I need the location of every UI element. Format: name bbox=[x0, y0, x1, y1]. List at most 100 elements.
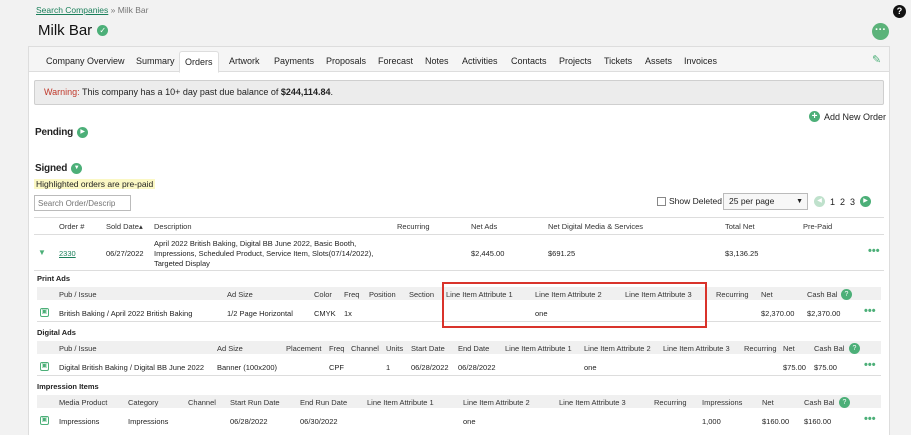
print-row-color: CMYK bbox=[314, 309, 336, 318]
line-item-edit-icon[interactable]: ▣ bbox=[40, 362, 49, 371]
warning-amount: $244,114.84 bbox=[280, 87, 331, 97]
tab-summary[interactable]: Summary bbox=[131, 52, 180, 72]
impression-items-title: Impression Items bbox=[37, 382, 99, 391]
pending-section-toggle[interactable]: Pending ▶ bbox=[35, 127, 89, 138]
print-col-position: Position bbox=[369, 290, 396, 299]
imp-row-attr1: one bbox=[463, 417, 476, 426]
imp-col-start: Start Run Date bbox=[230, 398, 280, 407]
breadcrumb-link-search-companies[interactable]: Search Companies bbox=[36, 5, 108, 15]
imp-col-attr2: Line Item Attribute 2 bbox=[463, 398, 530, 407]
tab-invoices[interactable]: Invoices bbox=[679, 52, 722, 72]
add-new-order-button[interactable]: + Add New Order bbox=[809, 111, 886, 122]
print-row-more-icon[interactable]: ••• bbox=[864, 305, 876, 317]
digital-row-net: $75.00 bbox=[783, 363, 806, 372]
show-deleted-toggle[interactable]: Show Deleted bbox=[657, 196, 722, 206]
pending-label: Pending bbox=[35, 127, 74, 138]
cash-bal-help-icon[interactable]: ? bbox=[841, 289, 852, 300]
divider bbox=[34, 270, 884, 271]
print-col-net: Net bbox=[761, 290, 773, 299]
digital-col-cash-bal: Cash Bal bbox=[814, 344, 845, 353]
page-title-wrap: Milk Bar ✓ bbox=[38, 22, 109, 39]
line-item-edit-icon[interactable]: ▣ bbox=[40, 416, 49, 425]
digital-col-attr2: Line Item Attribute 2 bbox=[584, 344, 651, 353]
divider bbox=[34, 217, 884, 218]
digital-row-start: 06/28/2022 bbox=[411, 363, 449, 372]
collapse-row-icon[interactable]: ▼ bbox=[38, 248, 46, 257]
order-more-icon[interactable]: ••• bbox=[868, 245, 880, 257]
imp-col-attr1: Line Item Attribute 1 bbox=[367, 398, 434, 407]
imp-col-attr3: Line Item Attribute 3 bbox=[559, 398, 626, 407]
digital-ads-title: Digital Ads bbox=[37, 328, 76, 337]
tab-activities[interactable]: Activities bbox=[457, 52, 503, 72]
order-net-ads: $2,445.00 bbox=[471, 249, 505, 258]
cash-bal-help-icon[interactable]: ? bbox=[839, 397, 850, 408]
order-desc-line-2: Impressions, Scheduled Product, Service … bbox=[154, 249, 374, 258]
cash-bal-help-icon[interactable]: ? bbox=[849, 343, 860, 354]
digital-col-attr3: Line Item Attribute 3 bbox=[663, 344, 730, 353]
tab-payments[interactable]: Payments bbox=[269, 52, 319, 72]
line-item-edit-icon[interactable]: ▣ bbox=[40, 308, 49, 317]
order-desc-line-3: Targeted Display bbox=[154, 259, 210, 268]
digital-row-more-icon[interactable]: ••• bbox=[864, 359, 876, 371]
order-desc-line-1: April 2022 British Baking, Digital BB Ju… bbox=[154, 239, 357, 248]
digital-row-ad-size: Banner (100x200) bbox=[217, 363, 278, 372]
signed-label: Signed bbox=[35, 163, 68, 174]
digital-col-attr1: Line Item Attribute 1 bbox=[505, 344, 572, 353]
pagination: ◀ 1 2 3 ▶ bbox=[814, 196, 872, 207]
digital-col-pub: Pub / Issue bbox=[59, 344, 97, 353]
per-page-select[interactable]: 25 per page ▼ bbox=[723, 193, 808, 210]
digital-col-channel: Channel bbox=[351, 344, 379, 353]
imp-col-impressions: Impressions bbox=[702, 398, 743, 407]
col-prepaid[interactable]: Pre-Paid bbox=[803, 222, 832, 231]
col-order[interactable]: Order # bbox=[59, 222, 84, 231]
order-search-input[interactable] bbox=[34, 195, 131, 211]
col-sold-date[interactable]: Sold Date▴ bbox=[106, 222, 143, 231]
tab-contacts[interactable]: Contacts bbox=[506, 52, 552, 72]
edit-pencil-icon[interactable]: ✎ bbox=[872, 53, 881, 66]
tab-bar: Company Overview Summary Orders Artwork … bbox=[29, 47, 889, 73]
chevron-down-icon: ▼ bbox=[796, 198, 803, 205]
page-2[interactable]: 2 bbox=[840, 197, 845, 207]
print-row-net: $2,370.00 bbox=[761, 309, 795, 318]
tab-company-overview[interactable]: Company Overview bbox=[41, 52, 130, 72]
tab-assets[interactable]: Assets bbox=[640, 52, 677, 72]
next-page-icon[interactable]: ▶ bbox=[860, 196, 872, 207]
digital-col-units: Units bbox=[386, 344, 404, 353]
tab-orders[interactable]: Orders bbox=[179, 51, 219, 73]
col-total-net[interactable]: Total Net bbox=[725, 222, 755, 231]
warning-label: Warning: bbox=[44, 87, 80, 97]
imp-row-cash-bal: $160.00 bbox=[804, 417, 832, 426]
show-deleted-checkbox[interactable] bbox=[657, 196, 666, 206]
tab-projects[interactable]: Projects bbox=[554, 52, 597, 72]
page-3[interactable]: 3 bbox=[850, 197, 855, 207]
digital-col-recurring: Recurring bbox=[744, 344, 777, 353]
col-recurring[interactable]: Recurring bbox=[397, 222, 430, 231]
warning-text: This company has a 10+ day past due bala… bbox=[79, 87, 281, 97]
company-actions-more-icon[interactable]: ··· bbox=[872, 23, 889, 40]
digital-row-attr2: one bbox=[584, 363, 597, 372]
col-net-digital[interactable]: Net Digital Media & Services bbox=[548, 222, 643, 231]
tab-tickets[interactable]: Tickets bbox=[599, 52, 637, 72]
help-icon[interactable]: ? bbox=[893, 5, 906, 18]
imp-col-cash-bal: Cash Bal bbox=[804, 398, 835, 407]
digital-col-net: Net bbox=[783, 344, 795, 353]
tab-forecast[interactable]: Forecast bbox=[373, 52, 418, 72]
imp-row-impressions: 1,000 bbox=[702, 417, 721, 426]
print-row-ad-size: 1/2 Page Horizontal bbox=[227, 309, 293, 318]
order-link[interactable]: 2330 bbox=[59, 249, 76, 258]
digital-row-pub: Digital British Baking / Digital BB June… bbox=[59, 363, 205, 372]
imp-col-category: Category bbox=[128, 398, 159, 407]
tab-proposals[interactable]: Proposals bbox=[321, 52, 371, 72]
col-description[interactable]: Description bbox=[154, 222, 192, 231]
sort-asc-icon: ▴ bbox=[138, 222, 143, 231]
tab-artwork[interactable]: Artwork bbox=[224, 52, 265, 72]
tab-notes[interactable]: Notes bbox=[420, 52, 454, 72]
warning-end: . bbox=[330, 87, 333, 97]
col-net-ads[interactable]: Net Ads bbox=[471, 222, 497, 231]
signed-section-toggle[interactable]: Signed ▼ bbox=[35, 163, 83, 174]
imp-row-more-icon[interactable]: ••• bbox=[864, 413, 876, 425]
imp-row-end: 06/30/2022 bbox=[300, 417, 338, 426]
line-item-attributes-highlight bbox=[442, 282, 707, 328]
page-1[interactable]: 1 bbox=[830, 197, 835, 207]
prev-page-icon[interactable]: ◀ bbox=[814, 196, 825, 207]
